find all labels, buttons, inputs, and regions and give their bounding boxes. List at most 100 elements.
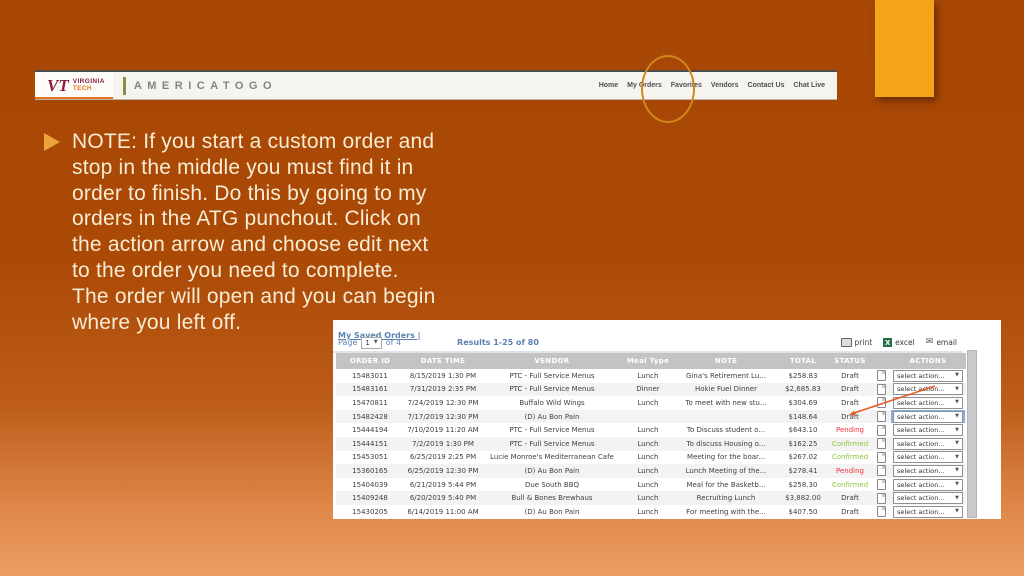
vt-logo-line1: VIRGINIA [73,78,105,85]
note-text: NOTE: If you start a custom order andsto… [72,129,435,335]
status-cell: Draft [828,383,872,397]
date-cell: 6/14/2019 11:00 AM [404,505,482,519]
note-line: order to finish. Do this by going to my [72,181,435,207]
meal-type-cell: Lunch [622,491,674,505]
meal-type-cell: Dinner [622,383,674,397]
select-action-label: select action... [897,426,945,434]
excel-label: excel [895,338,915,347]
page-label: Page [338,338,357,347]
document-icon[interactable] [877,506,886,517]
results-count: Results 1-25 of 80 [457,338,539,347]
doc-icon-cell [872,505,890,519]
select-action-dropdown[interactable]: select action...▼ [893,479,963,491]
vendor-cell: PTC - Full Service Menus [482,383,622,397]
select-action-label: select action... [897,494,945,502]
vendor-cell: Buffalo Wild Wings [482,396,622,410]
bullet-arrow-icon [44,133,60,151]
select-action-dropdown[interactable]: select action... ▼ [893,492,963,504]
order-row: 154824287/17/2019 12:30 PM(D) Au Bon Pai… [336,410,966,424]
email-label: email [936,338,957,347]
order-id-cell: 15360165 [336,464,404,478]
select-action-label: select action... [897,508,945,516]
actions-cell: select action...▼ [890,437,966,451]
status-cell: Pending [828,464,872,478]
order-row: 154831617/31/2019 2:35 PMPTC - Full Serv… [336,383,966,397]
document-icon[interactable] [877,370,886,381]
doc-icon-cell [872,478,890,492]
toolbar: print excel ✉ email [841,338,957,347]
document-icon[interactable] [877,438,886,449]
page-select-value: 1 [365,339,369,347]
total-cell: $407.50 [778,505,828,519]
order-id-cell: 15470811 [336,396,404,410]
date-cell: 6/25/2019 2:25 PM [404,451,482,465]
note-line: The order will open and you can begin [72,284,435,310]
orders-table: ORDER IDDATE TIMEVENDORMeal TypeNOTETOTA… [336,353,966,519]
nav-chat-live[interactable]: Chat Live [793,82,825,89]
nav-home[interactable]: Home [599,82,618,89]
meal-type-cell: Lunch [622,437,674,451]
select-action-label: select action... [897,413,945,421]
select-action-dropdown[interactable]: select action...▼ [893,506,963,518]
total-cell: $258.83 [778,369,828,383]
column-header: Meal Type [622,353,674,369]
status-cell: Draft [828,396,872,410]
vt-logo-text: VIRGINIA TECH [73,78,105,92]
document-icon[interactable] [877,384,886,395]
select-action-dropdown[interactable]: select action...▼ [893,411,963,423]
excel-button[interactable]: excel [883,338,915,347]
select-action-dropdown[interactable]: select action...▼ [893,465,963,477]
chevron-down-icon: ▼ [955,496,959,501]
chevron-down-icon: ▼ [374,340,378,345]
date-cell: 7/17/2019 12:30 PM [404,410,482,424]
document-icon[interactable] [877,411,886,422]
email-button[interactable]: ✉ email [926,338,957,347]
document-icon[interactable] [877,452,886,463]
select-action-dropdown[interactable]: select action...▼ [893,370,963,382]
select-action-dropdown[interactable]: select action...▼ [893,383,963,395]
note-line: stop in the middle you must find it in [72,155,435,181]
chevron-down-icon: ▼ [955,428,959,433]
order-id-cell: 15483011 [336,369,404,383]
doc-icon-cell [872,396,890,410]
document-icon[interactable] [877,425,886,436]
nav-contact-us[interactable]: Contact Us [748,82,785,89]
actions-cell: select action... ▼ [890,491,966,505]
order-row: 154441517/2/2019 1:30 PMPTC - Full Servi… [336,437,966,451]
order-id-cell: 15444194 [336,423,404,437]
pagination-row: Page 1 ▼ of 4 Results 1-25 of 80 print e… [333,335,963,353]
americatogo-brand: AMERICATOGO [134,80,277,92]
note-cell: For meeting with the... [674,505,778,519]
total-cell: $3,882.00 [778,491,828,505]
order-row: 154830118/15/2019 1:30 PMPTC - Full Serv… [336,369,966,383]
select-action-dropdown[interactable]: select action...▼ [893,451,963,463]
vendor-cell: PTC - Full Service Menus [482,369,622,383]
vendor-cell: (D) Au Bon Pain [482,464,622,478]
select-action-dropdown[interactable]: select action...▼ [893,438,963,450]
date-cell: 7/24/2019 12:30 PM [404,396,482,410]
status-cell: Pending [828,423,872,437]
actions-cell: select action...▼ [890,369,966,383]
note-cell: To discuss Housing o... [674,437,778,451]
note-cell: Hokie Fuel Dinner [674,383,778,397]
actions-cell: select action...▼ [890,478,966,492]
actions-cell: select action...▼ [890,396,966,410]
vendor-cell: PTC - Full Service Menus [482,423,622,437]
nav-vendors[interactable]: Vendors [711,82,739,89]
document-icon[interactable] [877,397,886,408]
select-action-dropdown[interactable]: select action... ▼ [893,424,963,436]
order-id-cell: 15453051 [336,451,404,465]
chevron-down-icon: ▼ [955,387,959,392]
document-icon[interactable] [877,479,886,490]
date-cell: 7/10/2019 11:20 AM [404,423,482,437]
document-icon[interactable] [877,465,886,476]
order-row: 154441947/10/2019 11:20 AMPTC - Full Ser… [336,423,966,437]
note-cell: Meeting for the boar... [674,451,778,465]
document-icon[interactable] [877,493,886,504]
page-select[interactable]: 1 ▼ [361,337,381,349]
print-button[interactable]: print [841,338,873,347]
vertical-scrollbar[interactable] [967,350,977,518]
actions-cell: select action... ▼ [890,423,966,437]
status-cell: Draft [828,505,872,519]
select-action-dropdown[interactable]: select action...▼ [893,397,963,409]
